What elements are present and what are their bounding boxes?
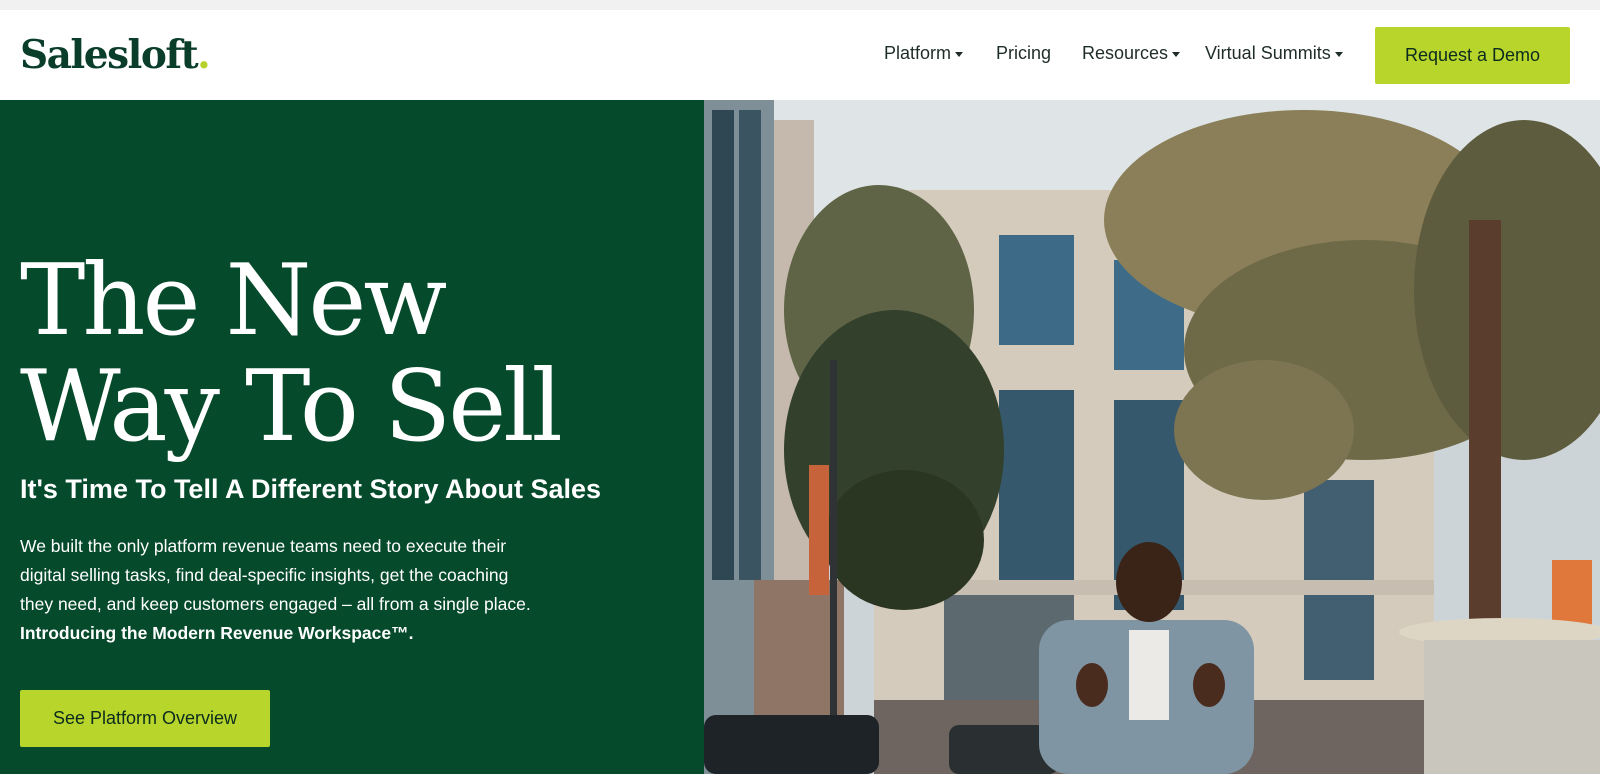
browser-top-strip xyxy=(0,0,1600,10)
chevron-down-icon xyxy=(955,51,964,57)
body-line: digital selling tasks, find deal-specifi… xyxy=(20,565,509,585)
body-line: they need, and keep customers engaged – … xyxy=(20,594,531,614)
body-line: We built the only platform revenue teams… xyxy=(20,536,507,556)
nav-item-resources[interactable]: Resources xyxy=(1082,43,1181,64)
chevron-down-icon xyxy=(1172,51,1181,57)
hero-subheadline: It's Time To Tell A Different Story Abou… xyxy=(20,474,602,504)
body-strong-line: Introducing the Modern Revenue Workspace… xyxy=(20,623,414,643)
request-demo-button[interactable]: Request a Demo xyxy=(1375,27,1570,84)
nav-item-platform[interactable]: Platform xyxy=(884,43,964,64)
site-header: Salesloft. Platform Pricing Resources Vi… xyxy=(0,10,1600,100)
headline-line-2: Way To Sell xyxy=(20,350,563,464)
nav-label: Pricing xyxy=(996,43,1052,63)
logo-dot: . xyxy=(197,32,211,78)
logo-text: Salesloft xyxy=(20,32,199,78)
headline-line-1: The New xyxy=(20,244,447,358)
hero-headline: The New Way To Sell xyxy=(20,248,563,460)
nav-label: Platform xyxy=(884,43,952,63)
hero-video-image xyxy=(704,100,1600,774)
platform-overview-button[interactable]: See Platform Overview xyxy=(20,690,270,747)
nav-item-pricing[interactable]: Pricing xyxy=(996,43,1051,64)
hero-body-copy: We built the only platform revenue teams… xyxy=(20,532,580,648)
hero-panel: The New Way To Sell It's Time To Tell A … xyxy=(0,100,704,774)
hero-video[interactable] xyxy=(704,100,1600,774)
nav-label: Virtual Summits xyxy=(1205,43,1331,63)
salesloft-logo[interactable]: Salesloft. xyxy=(20,32,211,78)
chevron-down-icon xyxy=(1334,51,1343,57)
nav-item-virtual-summits[interactable]: Virtual Summits xyxy=(1205,43,1343,64)
nav-label: Resources xyxy=(1082,43,1169,63)
